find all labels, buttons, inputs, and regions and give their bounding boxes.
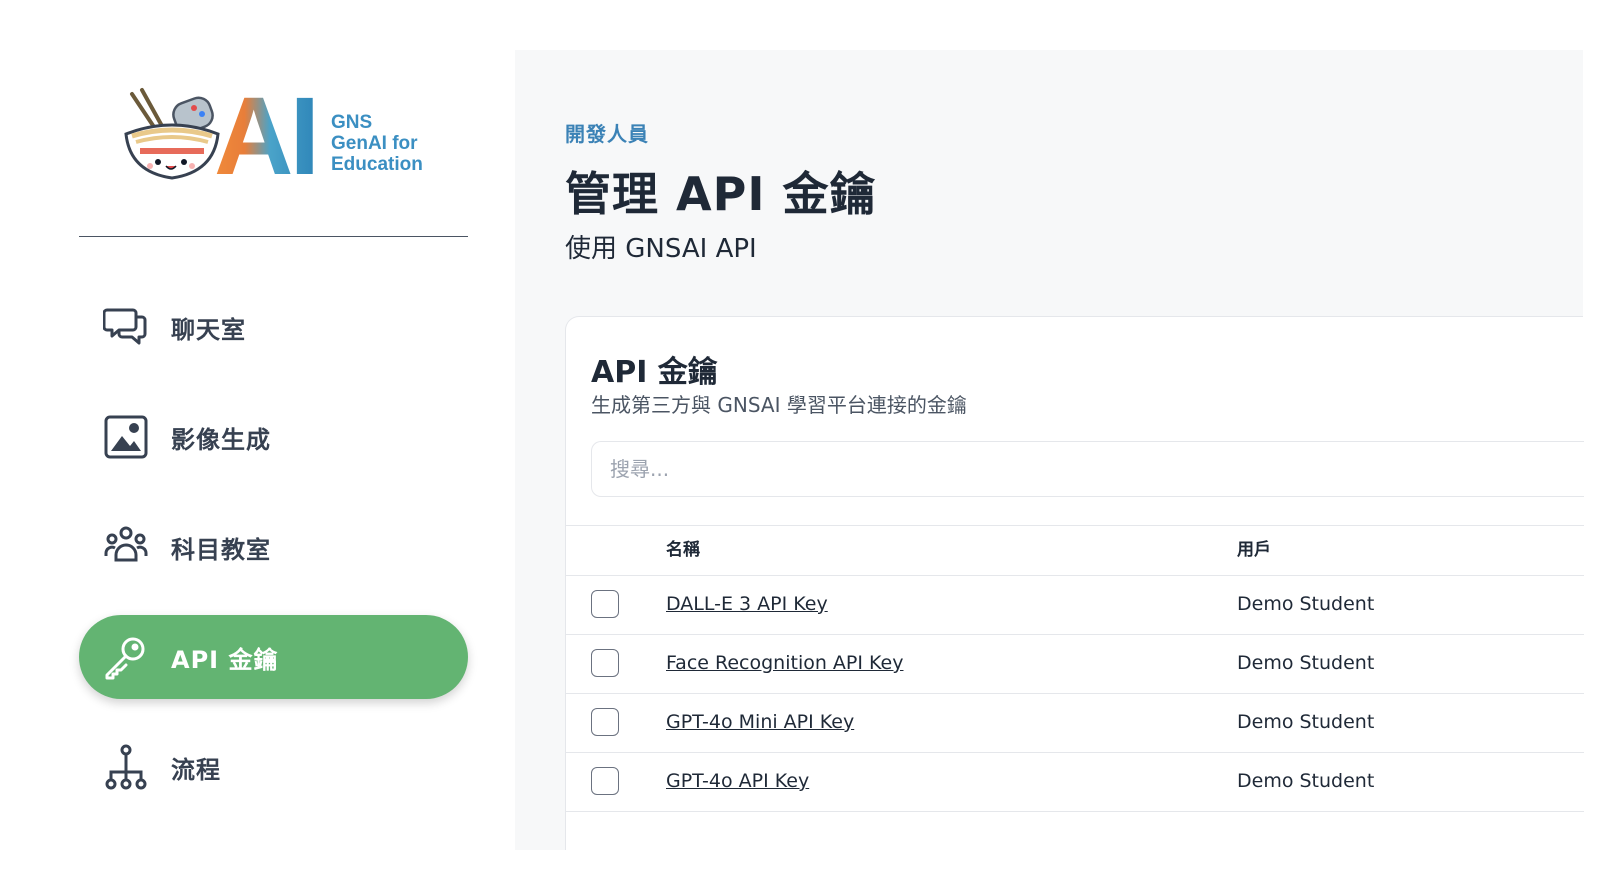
api-key-name-link[interactable]: GPT-4o Mini API Key [666, 694, 854, 751]
api-key-user: Demo Student [1237, 652, 1375, 674]
sidebar-item-flow[interactable]: 流程 [79, 725, 468, 809]
sidebar: AI GNS GenAI for Education 聊天室 影像生成 科目教室… [0, 0, 515, 887]
table-row: GPT-4o API Key Demo Student [566, 753, 1584, 812]
sidebar-item-label: 流程 [171, 755, 221, 784]
card-description: 生成第三方與 GNSAI 學習平台連接的金鑰 [591, 393, 967, 417]
column-header-name[interactable]: 名稱 [666, 526, 700, 574]
key-icon [103, 634, 149, 680]
api-key-user: Demo Student [1237, 711, 1375, 733]
logo-line: GNS [331, 112, 373, 133]
logo-line: GenAI for [331, 133, 418, 154]
ramen-bowl-icon [124, 88, 220, 180]
logo-line: Education [331, 154, 423, 175]
table-header: 名稱 用戶 [566, 525, 1584, 576]
column-header-user[interactable]: 用戶 [1237, 526, 1271, 574]
row-checkbox[interactable] [591, 649, 619, 677]
api-key-user: Demo Student [1237, 593, 1375, 615]
app-logo[interactable]: AI GNS GenAI for Education [122, 82, 423, 196]
api-key-name-link[interactable]: Face Recognition API Key [666, 635, 903, 692]
api-keys-table: 名稱 用戶 DALL-E 3 API Key Demo Student Face… [566, 525, 1584, 812]
api-key-user: Demo Student [1237, 770, 1375, 792]
chat-bubbles-icon [103, 304, 149, 350]
page-title: 管理 API 金鑰 [565, 167, 877, 221]
table-row: GPT-4o Mini API Key Demo Student [566, 694, 1584, 753]
sidebar-item-classroom[interactable]: 科目教室 [79, 505, 468, 589]
row-checkbox[interactable] [591, 590, 619, 618]
page-subtitle: 使用 GNSAI API [565, 234, 757, 264]
sidebar-divider [79, 236, 468, 237]
flow-tree-icon [103, 744, 149, 790]
breadcrumb: 開發人員 [565, 122, 649, 146]
main-panel: 開發人員 管理 API 金鑰 使用 GNSAI API API 金鑰 生成第三方… [515, 50, 1584, 850]
logo-ai-text: AI [214, 75, 320, 198]
row-checkbox[interactable] [591, 767, 619, 795]
table-row: DALL-E 3 API Key Demo Student [566, 576, 1584, 635]
api-keys-card: API 金鑰 生成第三方與 GNSAI 學習平台連接的金鑰 名稱 用戶 DALL… [565, 316, 1584, 850]
sidebar-item-label: API 金鑰 [171, 645, 279, 674]
sidebar-item-label: 影像生成 [171, 425, 271, 454]
api-key-name-link[interactable]: DALL-E 3 API Key [666, 576, 828, 633]
sidebar-item-label: 科目教室 [171, 535, 271, 564]
users-group-icon [103, 524, 149, 570]
sidebar-item-label: 聊天室 [171, 315, 246, 344]
api-key-name-link[interactable]: GPT-4o API Key [666, 753, 809, 810]
image-icon [103, 414, 149, 460]
card-title: API 金鑰 [591, 355, 718, 390]
search-input[interactable] [591, 441, 1584, 497]
table-row: Face Recognition API Key Demo Student [566, 635, 1584, 694]
row-checkbox[interactable] [591, 708, 619, 736]
sidebar-item-image-generation[interactable]: 影像生成 [79, 395, 468, 479]
sidebar-item-api-keys[interactable]: API 金鑰 [79, 615, 468, 699]
sidebar-item-chat[interactable]: 聊天室 [79, 285, 468, 369]
logo-wordmark: GNS GenAI for Education [331, 112, 423, 175]
